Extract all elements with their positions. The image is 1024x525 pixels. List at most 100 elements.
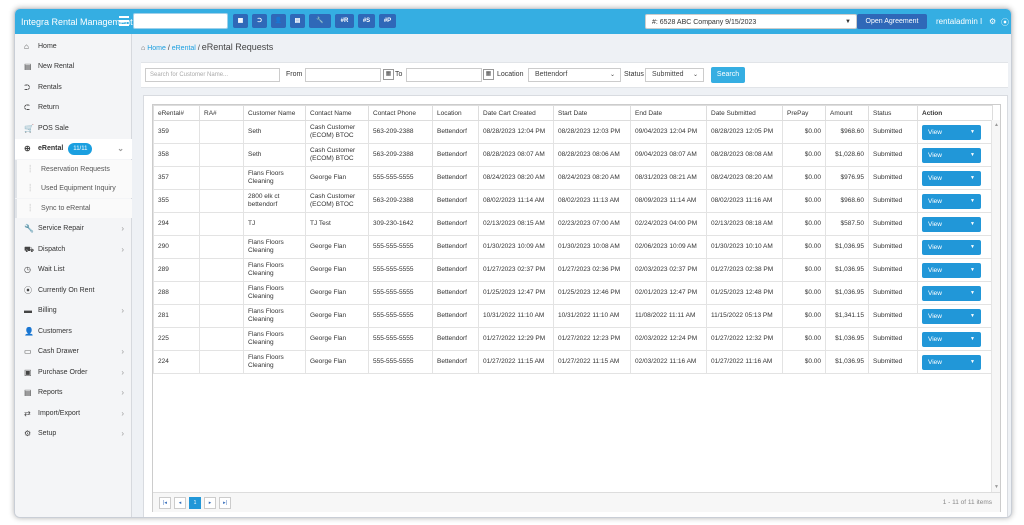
next-page-button[interactable]: ▸ [204,497,216,509]
column-header-end-date[interactable]: End Date [630,105,707,121]
po-number-button[interactable]: #P [379,14,396,28]
sidebar-item-new-rental[interactable]: ▤ New Rental [15,57,132,77]
search-button[interactable]: Search [711,67,745,83]
home-icon[interactable]: ⌂ [141,45,145,52]
last-page-button[interactable]: ▸| [219,497,231,509]
sidebar-item-pos-sale[interactable]: 🛒 POS Sale [15,119,132,139]
table-cell: $0.00 [782,189,826,213]
column-header-erental[interactable]: eRental# [153,105,200,121]
hamburger-menu-icon[interactable] [119,16,129,26]
sidebar-item-reports[interactable]: ▤ Reports › [15,383,132,403]
open-agreement-button[interactable]: Open Agreement [857,14,927,29]
breadcrumb-erental[interactable]: eRental [172,45,196,52]
list-icon-button[interactable]: ▤ [290,14,305,28]
view-button[interactable]: View ▼ [922,331,981,347]
sidebar-item-setup[interactable]: ⚙ Setup › [15,424,132,444]
sidebar-subitem-reservation-requests[interactable]: ┆ Reservation Requests [15,160,132,179]
column-header-contact-phone[interactable]: Contact Phone [368,105,433,121]
table-cell: $976.95 [825,166,869,190]
column-header-date-submitted[interactable]: Date Submitted [706,105,783,121]
scroll-up-icon[interactable]: ▲ [994,122,999,128]
first-page-button[interactable]: |◂ [159,497,171,509]
table-row[interactable]: 359 Seth Cash Customer (ECOM) BTOC 563-209-… [153,120,993,144]
sidebar-item-service-repair[interactable]: 🔧 Service Repair › [15,219,132,239]
page-1-button[interactable]: 1 [189,497,201,509]
column-header-customer-name[interactable]: Customer Name [243,105,306,121]
sidebar-item-customers[interactable]: 👤 Customers [15,322,132,342]
top-search-input[interactable] [133,13,228,29]
rental-number-button[interactable]: #R [335,14,354,28]
table-row[interactable]: 289 Flans Floors Cleaning George Flan 555-5… [153,258,993,282]
table-cell: 01/25/2023 12:47 PM [478,281,554,305]
globe-icon: ⊕ [24,144,31,153]
view-button[interactable]: View ▼ [922,147,981,163]
calendar-icon[interactable]: ▦ [483,69,494,80]
location-select[interactable]: Bettendorf ⌄ [528,68,621,82]
table-cell: 02/01/2023 12:47 PM [630,281,707,305]
status-select[interactable]: Submitted ⌄ [645,68,704,82]
sidebar-item-billing[interactable]: ▬ Billing › [15,301,132,321]
table-row[interactable]: 357 Flans Floors Cleaning George Flan 555-5… [153,166,993,190]
table-row[interactable]: 288 Flans Floors Cleaning George Flan 555-5… [153,281,993,305]
table-row[interactable]: 290 Flans Floors Cleaning George Flan 555-5… [153,235,993,259]
sidebar-item-dispatch[interactable]: ⛟ Dispatch › [15,240,132,260]
sidebar-item-wait-list[interactable]: ◷ Wait List [15,260,132,280]
view-button[interactable]: View ▼ [922,354,981,370]
table-row[interactable]: 225 Flans Floors Cleaning George Flan 555-5… [153,327,993,351]
sidebar-item-rentals[interactable]: ⮊ Rentals [15,78,132,98]
table-row[interactable]: 294 TJ TJ Test 309-230-1642 Bettendorf 02/13/… [153,212,993,236]
username-menu[interactable]: rentaladmin I [936,17,982,26]
column-header-start-date[interactable]: Start Date [553,105,631,121]
table-cell: 02/13/2023 08:15 AM [478,212,554,236]
company-select[interactable]: #: 6528 ABC Company 9/15/2023 ▼ [645,14,857,29]
sidebar-item-cash-drawer[interactable]: ▭ Cash Drawer › [15,342,132,362]
column-header-prepay[interactable]: PrePay [782,105,826,121]
sidebar-item-return[interactable]: ⮈ Return [15,98,132,118]
settings-gear-icon[interactable]: ⚙ [989,17,996,26]
scroll-down-icon[interactable]: ▼ [994,484,999,490]
view-button[interactable]: View ▼ [922,308,981,324]
table-row[interactable]: 355 2800 elk ct bettendorf Cash Customer (… [153,189,993,213]
sale-number-button[interactable]: #S [358,14,375,28]
table-row[interactable]: 358 Seth Cash Customer (ECOM) BTOC 563-209-… [153,143,993,167]
column-header-amount[interactable]: Amount [825,105,869,121]
table-cell: 555-555-5555 [368,327,433,351]
view-button[interactable]: View ▼ [922,193,981,209]
login-icon-button[interactable]: ⮊ [252,14,267,28]
column-header-contact-name[interactable]: Contact Name [305,105,369,121]
column-header-ra[interactable]: RA# [199,105,244,121]
top-bar: Integra Rental Management ▦ ⮊ 👤 ▤ 🔧 #R #S #P #:… [15,9,1011,34]
calendar-icon[interactable]: ▦ [383,69,394,80]
vertical-scrollbar[interactable]: ▲ ▼ [991,120,1000,492]
table-cell: Submitted [868,281,918,305]
table-row[interactable]: 281 Flans Floors Cleaning George Flan 555-5… [153,304,993,328]
sidebar-item-import-export[interactable]: ⇄ Import/Export › [15,404,132,424]
view-button[interactable]: View ▼ [922,170,981,186]
sidebar-item-home[interactable]: ⌂ Home [15,37,132,57]
column-header-date-cart-created[interactable]: Date Cart Created [478,105,554,121]
column-header-action[interactable]: Action [917,105,993,121]
breadcrumb-home[interactable]: Home [147,45,166,52]
column-header-status[interactable]: Status [868,105,918,121]
column-header-location[interactable]: Location [432,105,479,121]
sidebar-item-erental[interactable]: ⊕ eRental 11/11 ⌄ [15,139,132,159]
sidebar-item-purchase-order[interactable]: ▣ Purchase Order › [15,363,132,383]
help-icon[interactable]: ⦿ [1001,17,1009,28]
grid-icon-button[interactable]: ▦ [233,14,248,28]
customer-search-input[interactable]: Search for Customer Name... [145,68,280,82]
sidebar-item-currently-on-rent[interactable]: ⦿ Currently On Rent [15,281,132,301]
view-button[interactable]: View ▼ [922,216,981,232]
view-button[interactable]: View ▼ [922,124,981,140]
sidebar-subitem-used-equipment-inquiry[interactable]: ┆ Used Equipment Inquiry [15,179,132,198]
view-button[interactable]: View ▼ [922,262,981,278]
to-date-input[interactable] [406,68,482,82]
from-date-input[interactable] [305,68,381,82]
prev-page-button[interactable]: ◂ [174,497,186,509]
user-icon-button[interactable]: 👤 [271,14,286,28]
view-button[interactable]: View ▼ [922,239,981,255]
table-row[interactable]: 224 Flans Floors Cleaning George Flan 555-5… [153,350,993,374]
sidebar-subitem-sync-to-erental[interactable]: ┆ Sync to eRental [15,199,132,218]
view-button[interactable]: View ▼ [922,285,981,301]
wrench-icon-button[interactable]: 🔧 [309,14,331,28]
table-cell: 290 [153,235,200,259]
